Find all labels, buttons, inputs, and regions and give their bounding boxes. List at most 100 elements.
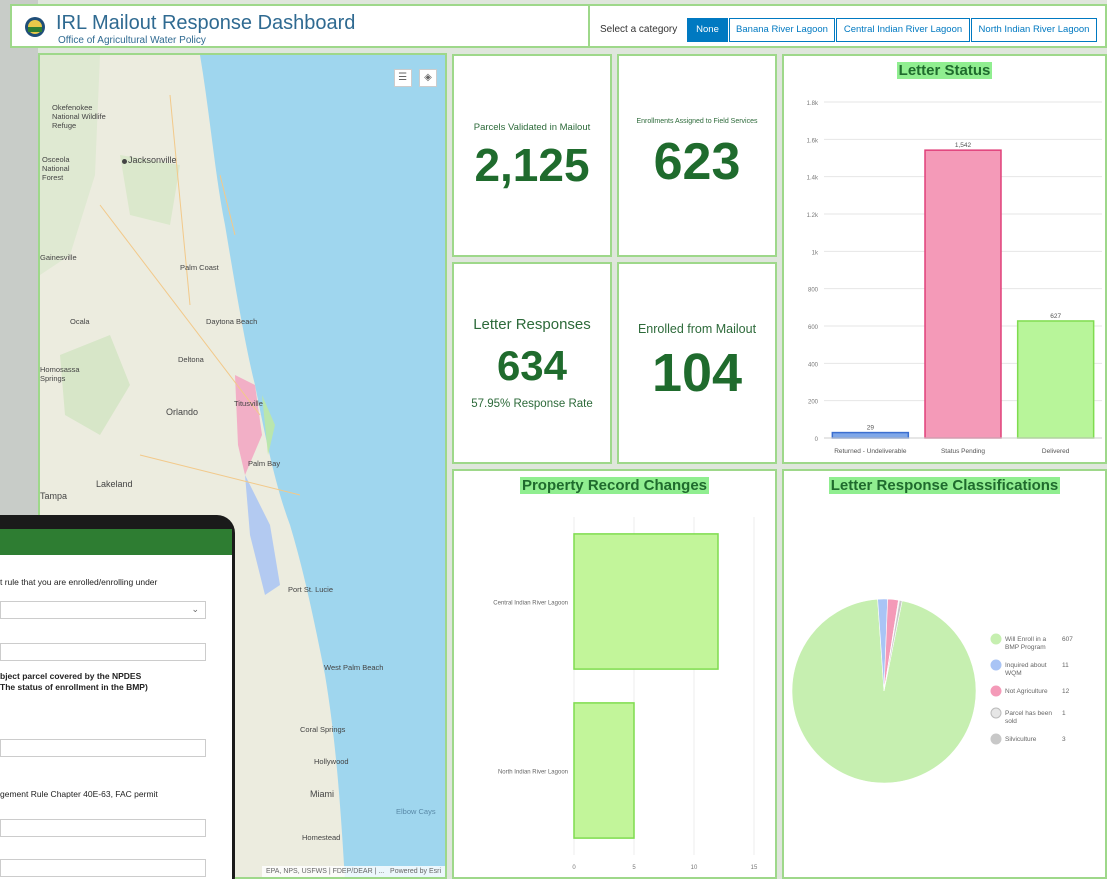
- map-label: Osceola National Forest: [42, 155, 70, 182]
- bar: [573, 533, 719, 670]
- map-label: Miami: [310, 789, 334, 799]
- category-banana-river-button[interactable]: Banana River Lagoon: [729, 18, 835, 42]
- y-tick-label: 800: [808, 288, 819, 294]
- stat-card-enrollments-assigned: Enrollments Assigned to Field Services 6…: [617, 54, 777, 257]
- form-question-text: bject parcel covered by the NPDES: [0, 671, 142, 681]
- stat-card-letter-responses: Letter Responses 634 57.95% Response Rat…: [452, 262, 612, 464]
- letter-status-panel: Letter Status 0 200 400 600 800 1k 1.2k 1.4k 1.6…: [782, 54, 1107, 464]
- map-label: Palm Bay: [248, 459, 281, 468]
- map-label: Homosassa Springs: [40, 365, 80, 383]
- category-central-irl-button[interactable]: Central Indian River Lagoon: [836, 18, 970, 42]
- property-changes-panel: Property Record Changes 0 5 10 15 Central In…: [452, 469, 777, 879]
- map-label: Elbow Cays: [396, 807, 436, 816]
- y-tick-label: 1.8k: [807, 101, 819, 107]
- legend-label: Parcel has been: [1005, 710, 1052, 717]
- legend-value: 607: [1062, 636, 1073, 643]
- stat-value: 104: [651, 343, 743, 403]
- legend-label: WQM: [1005, 670, 1022, 677]
- stat-label: Letter Responses: [473, 316, 591, 333]
- map-label: Homestead: [302, 833, 341, 842]
- map-label: Port St. Lucie: [288, 585, 334, 594]
- stat-card-parcels-validated: Parcels Validated in Mailout 2,125: [452, 54, 612, 257]
- map-attribution: EPA, NPS, USFWS | FDEP/DEAR | ... Powere…: [261, 866, 445, 877]
- form-question-text: The status of enrollment in the BMP): [0, 682, 148, 692]
- y-tick-label: 400: [808, 362, 819, 368]
- y-tick-label: 200: [808, 400, 819, 406]
- x-tick-label: 0: [572, 865, 576, 871]
- form-question-text: gement Rule Chapter 40E-63, FAC permit: [0, 789, 158, 799]
- form-text-field[interactable]: [0, 819, 206, 837]
- stat-value: 634: [496, 342, 568, 389]
- legend-label: Not Agriculture: [1005, 688, 1048, 695]
- x-tick-label: Delivered: [1042, 448, 1070, 455]
- stat-label: Enrolled from Mailout: [637, 322, 757, 336]
- map-label: Deltona: [178, 355, 204, 364]
- legend-swatch: [990, 685, 1002, 697]
- legend-label: sold: [1005, 718, 1017, 725]
- map-label: Ocala: [70, 317, 90, 326]
- y-tick-label: 1.6k: [807, 138, 819, 144]
- stat-card-enrolled-from-mailout: Enrolled from Mailout 104: [617, 262, 777, 464]
- x-tick-label: Returned - Undeliverable: [834, 448, 907, 455]
- bar: [831, 431, 910, 439]
- form-question-text: t rule that you are enrolled/enrolling u…: [0, 577, 158, 587]
- map-label: Okefenokee National Wildlife Refuge: [52, 103, 106, 130]
- form-text-field[interactable]: [0, 643, 206, 661]
- x-tick-label: 15: [751, 865, 758, 871]
- city-dot: [122, 159, 127, 164]
- category-none-button[interactable]: None: [687, 18, 728, 42]
- response-classifications-chart: Will Enroll in a 607 BMP Program Inquired a…: [791, 598, 1073, 784]
- tablet-form-header: [0, 529, 232, 555]
- legend-swatch: [990, 733, 1002, 745]
- legend-label: Inquired about: [1005, 662, 1047, 669]
- legend-value: 3: [1062, 736, 1066, 743]
- map-label: Daytona Beach: [206, 317, 258, 326]
- bar: [573, 702, 635, 839]
- property-changes-chart: 0 5 10 15 Central Indian River Lagoon North I…: [493, 517, 758, 871]
- layers-icon[interactable]: ◈: [419, 69, 437, 87]
- stat-label: Enrollments Assigned to Field Services: [636, 118, 758, 125]
- map-label: Coral Springs: [300, 725, 346, 734]
- bar-value-label: 627: [1050, 313, 1061, 320]
- form-dropdown[interactable]: ⌄: [0, 601, 206, 619]
- stat-value: 2,125: [474, 139, 590, 191]
- legend-label: Will Enroll in a: [1005, 636, 1047, 643]
- category-selector: Select a category None Banana River Lago…: [588, 4, 1107, 48]
- stat-label: Parcels Validated in Mailout: [473, 122, 591, 133]
- x-tick-label: Status Pending: [941, 448, 985, 455]
- legend-value: 12: [1062, 688, 1070, 695]
- y-tick-label: 600: [808, 325, 819, 331]
- letter-status-chart: 0 200 400 600 800 1k 1.2k 1.4k 1.6k 1.8k 29 Returne…: [807, 101, 1102, 455]
- category-north-irl-button[interactable]: North Indian River Lagoon: [971, 18, 1097, 42]
- legend-icon[interactable]: ☰: [393, 69, 412, 87]
- stat-value: 623: [653, 133, 741, 191]
- map-label: Tampa: [40, 491, 68, 501]
- y-tick-label: 1.2k: [807, 213, 819, 219]
- map-label: West Palm Beach: [324, 663, 384, 672]
- map-label: Jacksonville: [128, 155, 177, 165]
- y-tick-label: 1.4k: [807, 176, 819, 182]
- legend-value: 1: [1062, 710, 1066, 717]
- map-tools: ☰ ◈: [391, 67, 437, 87]
- tablet-photo-overlay: t rule that you are enrolled/enrolling u…: [0, 515, 235, 879]
- map-label: Lakeland: [96, 479, 133, 489]
- map-label: Titusville: [234, 399, 263, 408]
- response-classifications-panel: Letter Response Classifications Will Enr…: [782, 469, 1107, 879]
- agency-logo-icon: [25, 17, 45, 37]
- y-tick-label: 1k: [812, 250, 819, 256]
- y-tick-label: Central Indian River Lagoon: [493, 601, 568, 607]
- dashboard-header: IRL Mailout Response Dashboard Office of…: [10, 4, 590, 48]
- map-label: Hollywood: [314, 757, 349, 766]
- legend-value: 11: [1062, 662, 1069, 669]
- form-text-field[interactable]: [0, 739, 206, 757]
- legend-swatch: [990, 633, 1002, 645]
- page-subtitle: Office of Agricultural Water Policy: [58, 35, 206, 46]
- map-label: Gainesville: [40, 253, 77, 262]
- bar-value-label: 29: [867, 425, 875, 432]
- response-rate-text: 57.95% Response Rate: [471, 398, 593, 410]
- map-label: Palm Coast: [180, 263, 219, 272]
- form-text-field[interactable]: [0, 859, 206, 877]
- page-title: IRL Mailout Response Dashboard: [56, 12, 356, 34]
- x-tick-label: 5: [632, 865, 636, 871]
- y-tick-label: North Indian River Lagoon: [498, 770, 568, 776]
